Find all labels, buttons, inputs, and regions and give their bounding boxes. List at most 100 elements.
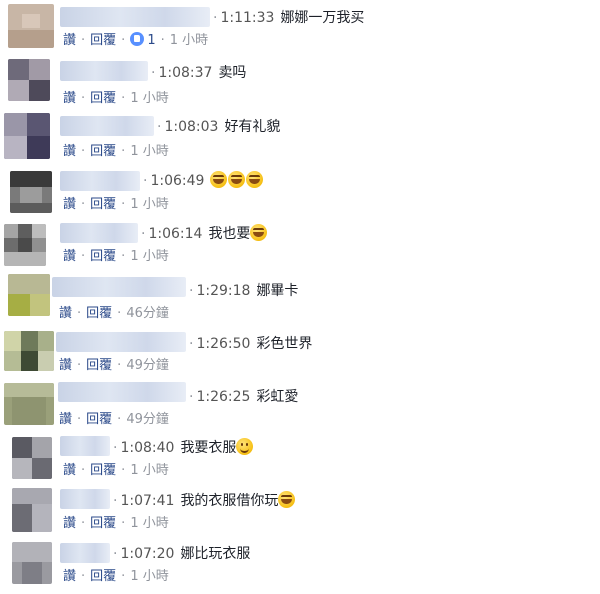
avatar[interactable]	[10, 171, 52, 213]
comment-text: 彩色世界	[256, 336, 313, 352]
comment-text: 娜畢卡	[256, 283, 299, 299]
commenter-name-blurred[interactable]	[58, 382, 186, 402]
comment-age[interactable]: 1 小時	[170, 33, 208, 48]
commenter-name-blurred[interactable]	[60, 116, 154, 136]
comment-timestamp[interactable]: 1:08:37	[158, 65, 212, 81]
commenter-name-blurred[interactable]	[60, 543, 110, 563]
reply-button[interactable]: 回覆	[90, 249, 116, 264]
comment-item: · 1:06:14 我也要 讚 · 回覆 · 1 小時	[0, 216, 600, 269]
commenter-name-blurred[interactable]	[60, 7, 210, 27]
commenter-name-blurred[interactable]	[56, 332, 186, 352]
separator: ·	[113, 440, 118, 456]
comment-timestamp[interactable]: 1:07:20	[120, 546, 174, 562]
separator: ·	[81, 33, 86, 48]
like-button[interactable]: 讚	[59, 306, 72, 321]
separator: ·	[117, 306, 122, 321]
like-count[interactable]: 1	[147, 33, 155, 48]
comment-timestamp[interactable]: 1:11:33	[220, 10, 274, 26]
like-button[interactable]: 讚	[63, 197, 76, 212]
avatar[interactable]	[12, 488, 52, 532]
comment-timestamp[interactable]: 1:06:14	[148, 226, 202, 242]
comment-age[interactable]: 1 小時	[130, 463, 168, 478]
comment-age[interactable]: 1 小時	[130, 516, 168, 531]
reply-button[interactable]: 回覆	[90, 569, 116, 584]
like-button[interactable]: 讚	[63, 249, 76, 264]
comment-age[interactable]: 1 小時	[130, 569, 168, 584]
separator: ·	[81, 144, 86, 159]
comment-age[interactable]: 46分鐘	[126, 306, 169, 321]
like-button[interactable]: 讚	[63, 463, 76, 478]
reply-button[interactable]: 回覆	[90, 91, 116, 106]
comment-timestamp[interactable]: 1:08:03	[164, 119, 218, 135]
comment-timestamp[interactable]: 1:26:50	[196, 336, 250, 352]
separator: ·	[77, 358, 82, 373]
separator: ·	[189, 283, 194, 299]
comment-timestamp[interactable]: 1:08:40	[120, 440, 174, 456]
separator: ·	[81, 249, 86, 264]
laughing-emoji-icon	[228, 171, 246, 188]
reply-button[interactable]: 回覆	[86, 358, 112, 373]
reply-button[interactable]: 回覆	[86, 412, 112, 427]
comment-age[interactable]: 1 小時	[130, 197, 168, 212]
like-button[interactable]: 讚	[59, 358, 72, 373]
comment-timestamp[interactable]: 1:06:49	[150, 173, 204, 189]
separator: ·	[77, 306, 82, 321]
comment-text: 我要衣服	[180, 440, 237, 456]
separator: ·	[151, 65, 156, 81]
avatar[interactable]	[12, 437, 52, 479]
comment-item: · 1:07:20 娜比玩衣服 讚 · 回覆 · 1 小時	[0, 538, 600, 594]
reply-button[interactable]: 回覆	[90, 33, 116, 48]
separator: ·	[77, 412, 82, 427]
like-button[interactable]: 讚	[63, 33, 76, 48]
separator: ·	[81, 516, 86, 531]
comment-timestamp[interactable]: 1:07:41	[120, 493, 174, 509]
commenter-name-blurred[interactable]	[60, 489, 110, 509]
like-button[interactable]: 讚	[63, 569, 76, 584]
like-button[interactable]: 讚	[63, 144, 76, 159]
commenter-name-blurred[interactable]	[60, 171, 140, 191]
comment-item: · 1:11:33 娜娜一万我买 讚 · 回覆 · 1 · 1 小時	[0, 0, 600, 53]
laughing-emoji-icon	[278, 491, 296, 508]
comment-item: · 1:08:37 卖吗 讚 · 回覆 · 1 小時	[0, 55, 600, 108]
separator: ·	[160, 33, 165, 48]
separator: ·	[117, 412, 122, 427]
reply-button[interactable]: 回覆	[90, 463, 116, 478]
reply-button[interactable]: 回覆	[90, 144, 116, 159]
commenter-name-blurred[interactable]	[60, 61, 148, 81]
comment-timestamp[interactable]: 1:29:18	[196, 283, 250, 299]
avatar[interactable]	[4, 113, 50, 159]
avatar[interactable]	[4, 224, 46, 266]
avatar[interactable]	[4, 331, 54, 371]
reply-button[interactable]: 回覆	[86, 306, 112, 321]
separator: ·	[113, 546, 118, 562]
laughing-emoji-icon	[246, 171, 264, 188]
comment-age[interactable]: 1 小時	[130, 91, 168, 106]
commenter-name-blurred[interactable]	[60, 436, 110, 456]
avatar[interactable]	[4, 383, 54, 425]
comment-age[interactable]: 1 小時	[130, 144, 168, 159]
comment-age[interactable]: 1 小時	[130, 249, 168, 264]
separator: ·	[121, 91, 126, 106]
like-reaction-icon[interactable]	[130, 32, 145, 46]
separator: ·	[121, 249, 126, 264]
smiling-emoji-icon	[236, 438, 254, 455]
comment-timestamp[interactable]: 1:26:25	[196, 389, 250, 405]
avatar[interactable]	[8, 59, 50, 101]
comment-age[interactable]: 49分鐘	[126, 358, 169, 373]
reply-button[interactable]: 回覆	[90, 197, 116, 212]
commenter-name-blurred[interactable]	[60, 223, 138, 243]
comment-item: · 1:26:25 彩虹愛 讚 · 回覆 · 49分鐘	[0, 377, 600, 430]
reply-button[interactable]: 回覆	[90, 516, 116, 531]
comment-item: · 1:26:50 彩色世界 讚 · 回覆 · 49分鐘	[0, 323, 600, 376]
comment-text: 卖吗	[218, 65, 247, 81]
like-button[interactable]: 讚	[59, 412, 72, 427]
like-button[interactable]: 讚	[63, 516, 76, 531]
like-button[interactable]: 讚	[63, 91, 76, 106]
avatar[interactable]	[12, 542, 52, 584]
commenter-name-blurred[interactable]	[52, 277, 186, 297]
comment-age[interactable]: 49分鐘	[126, 412, 169, 427]
avatar[interactable]	[8, 4, 54, 48]
avatar[interactable]	[8, 274, 50, 316]
separator: ·	[121, 569, 126, 584]
comment-text: 娜娜一万我买	[280, 10, 365, 26]
